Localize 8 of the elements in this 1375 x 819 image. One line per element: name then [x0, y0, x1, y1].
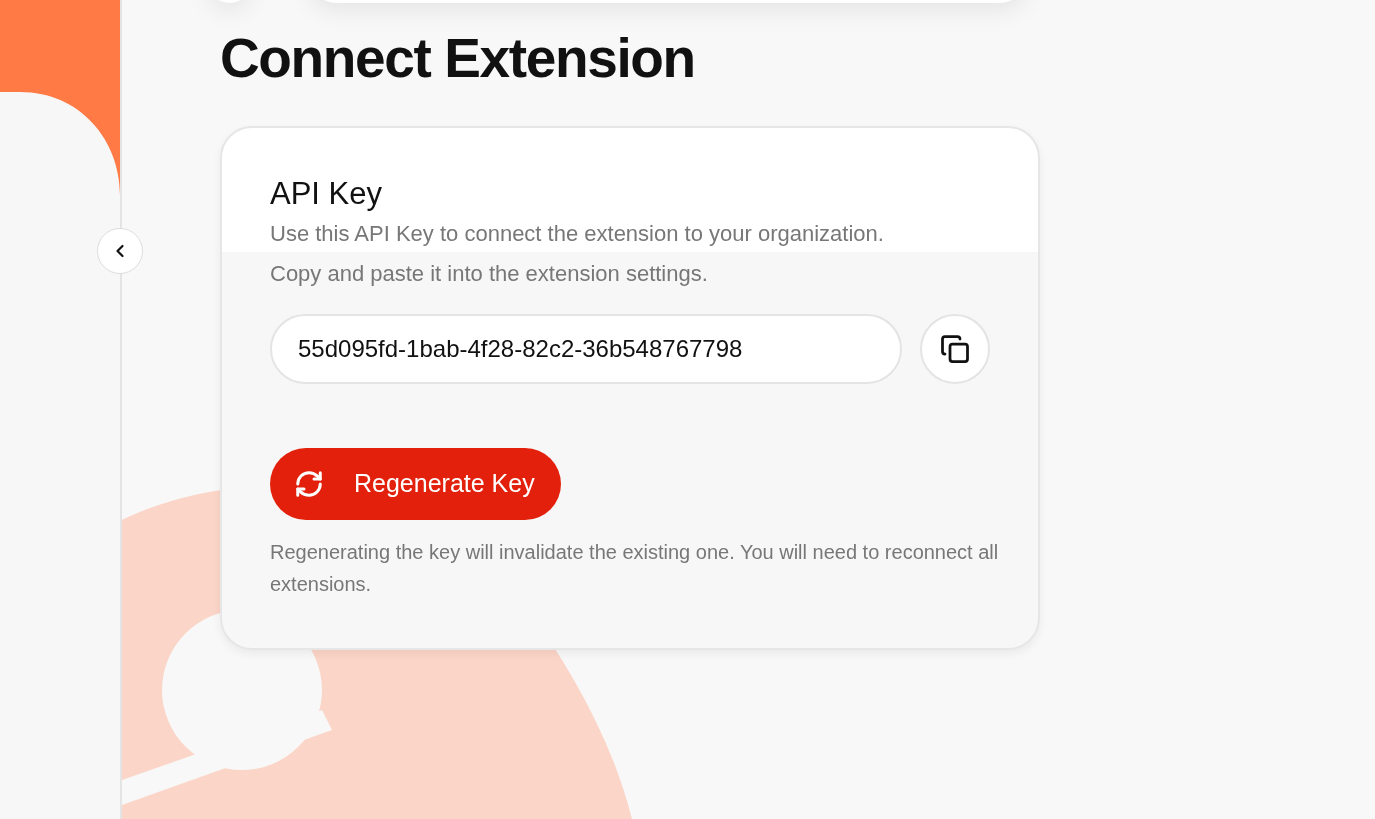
card-description: Use this API Key to connect the extension to your organization. Copy and paste it into the extension settings. [270, 220, 885, 288]
warning-note: Regenerating the key will invalidate the existing one. You will need to reconnect all extensions. [270, 540, 1000, 597]
copy-icon [940, 334, 971, 364]
refresh-icon [294, 469, 324, 499]
card-title: API Key [270, 175, 383, 213]
api-key-field[interactable]: 55d095fd-1bab-4f28-82c2-36b548767798 [270, 314, 903, 384]
regenerate-key-button[interactable]: Regenerate Key [270, 448, 561, 520]
page-title: Connect Extension [220, 26, 696, 91]
